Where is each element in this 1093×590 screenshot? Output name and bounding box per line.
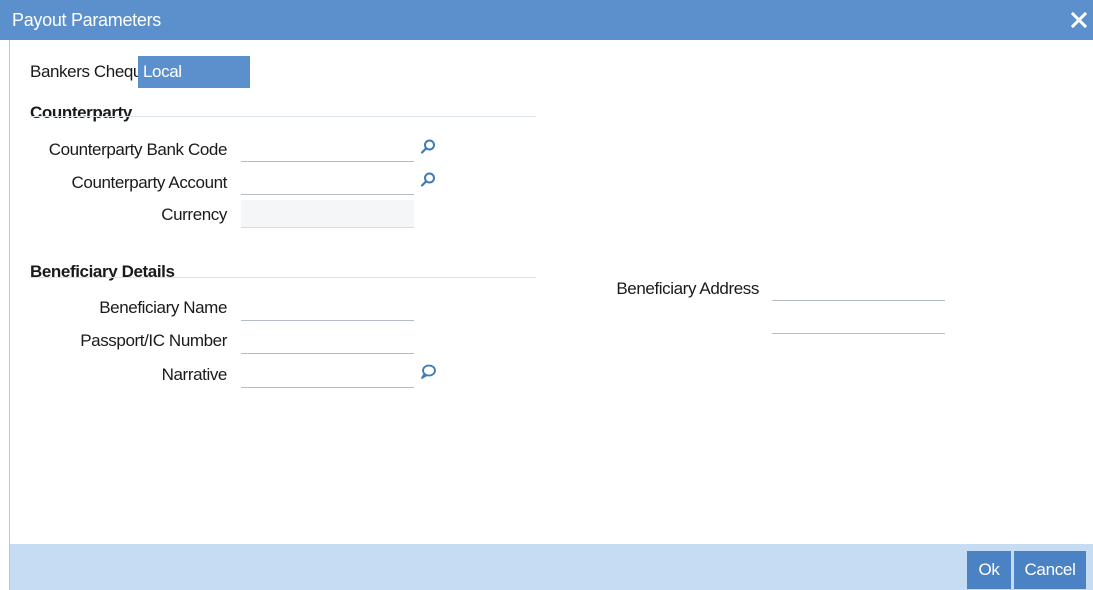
search-icon[interactable] [418,137,438,157]
beneficiary-section-title: Beneficiary Details [30,262,175,281]
payout-parameters-dialog: Payout Parameters Bankers Cheque Local P… [0,0,1093,590]
beneficiary-address-line2-input[interactable] [772,306,945,334]
beneficiary-section-divider [30,277,536,278]
counterparty-section-divider [30,116,536,117]
passport-ic-number-input[interactable] [241,326,414,354]
title-bar: Payout Parameters [0,0,1093,40]
tab-local-payments[interactable]: Local Payments [138,56,250,113]
counterparty-bank-code-input[interactable] [241,134,414,162]
counterparty-account-input[interactable] [241,167,414,195]
beneficiary-name-label: Beneficiary Name [99,298,227,317]
cancel-button[interactable]: Cancel [1014,551,1086,589]
dialog-footer [10,544,1093,590]
narrative-label: Narrative [161,365,228,384]
passport-ic-number-label: Passport/IC Number [80,331,227,350]
tab-bankers-cheque[interactable]: Bankers Cheque [25,56,157,88]
counterparty-bank-code-label: Counterparty Bank Code [48,140,228,159]
comment-icon[interactable] [418,362,438,382]
dialog-left-border [9,40,10,590]
beneficiary-address-line1-input[interactable] [772,273,945,301]
narrative-input[interactable] [241,360,414,388]
close-icon[interactable] [1067,6,1091,34]
beneficiary-address-label: Beneficiary Address [616,279,759,298]
search-icon[interactable] [418,170,438,190]
ok-button[interactable]: Ok [967,551,1011,589]
beneficiary-name-input[interactable] [241,293,414,321]
currency-label: Currency [161,205,227,224]
dialog-title: Payout Parameters [12,10,161,30]
counterparty-account-label: Counterparty Account [71,173,228,192]
counterparty-section-title: Counterparty [30,103,132,122]
currency-field [241,200,414,228]
